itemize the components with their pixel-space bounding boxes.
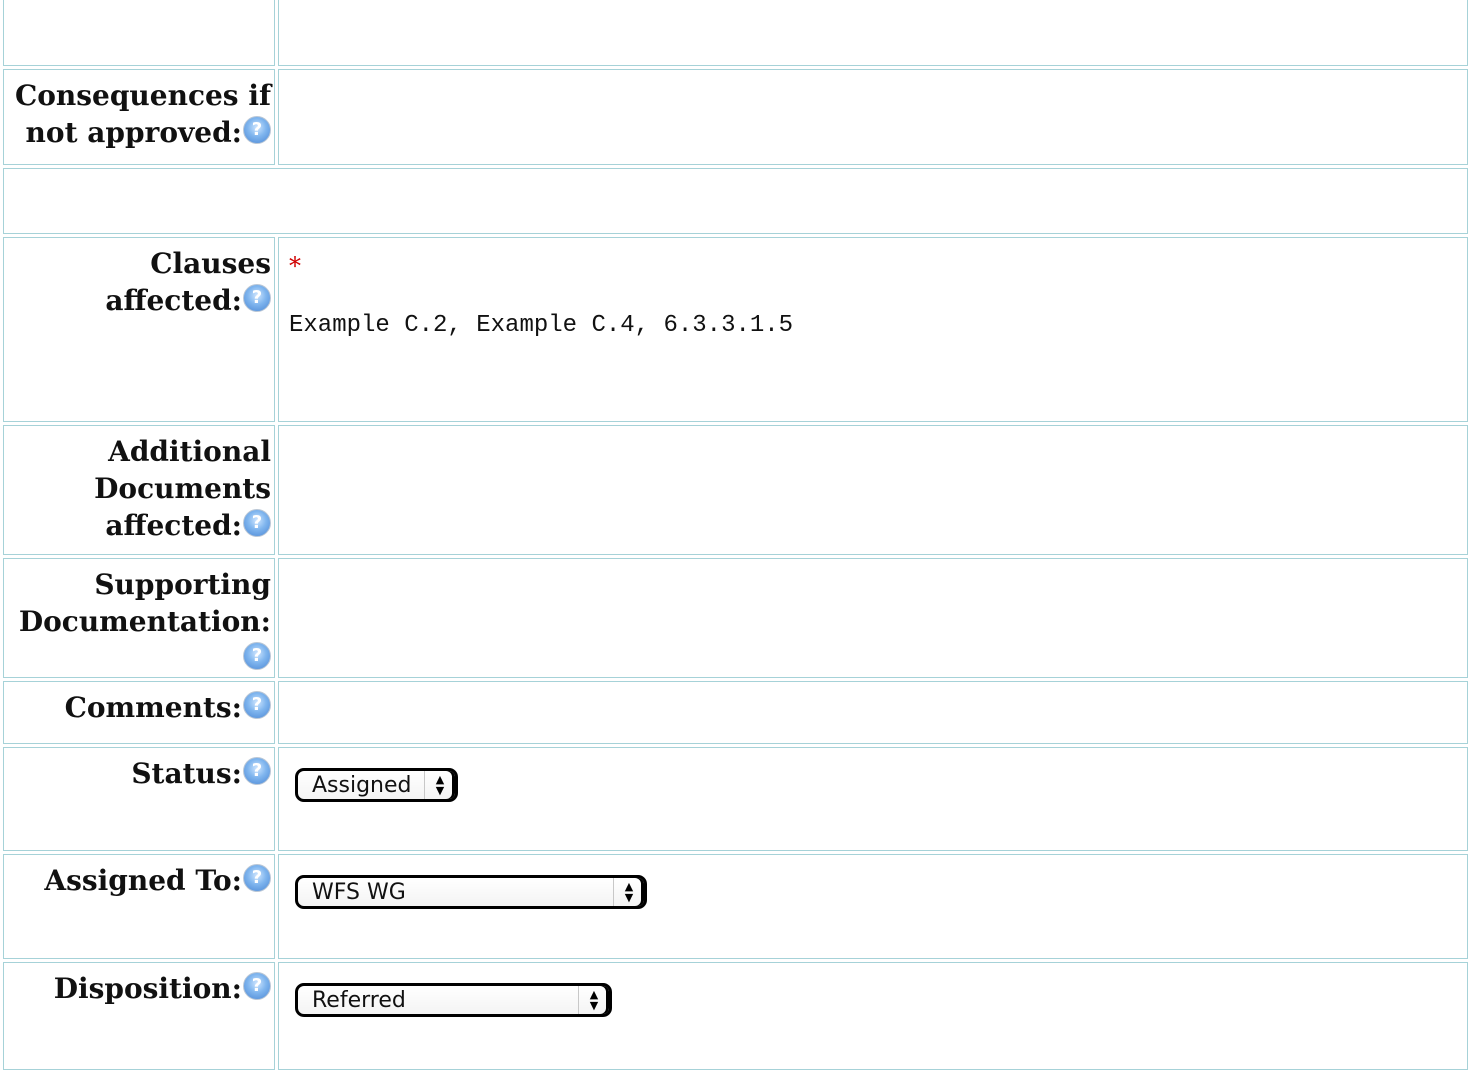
status-select[interactable]: Assigned ▲ ▼ [295,768,458,802]
spacer-cell [3,168,1468,234]
form-row-spacer [3,168,1468,234]
clauses-affected-value: Example C.2, Example C.4, 6.3.3.1.5 [289,312,794,339]
comments-value [278,681,1468,744]
clauses-label: Clauses affected:? [3,237,275,422]
help-icon[interactable]: ? [243,757,271,785]
comments-label-text: Comments: [64,691,242,724]
supporting-docs-label-line1: Supporting [94,568,271,601]
form-row-additional-docs: Additional Documents affected:? [3,425,1468,555]
status-label: Status:? [3,747,275,851]
value-cell-top [278,0,1468,66]
status-label-text: Status: [131,757,242,790]
label-cell-top [3,0,275,66]
help-icon[interactable]: ? [243,972,271,1000]
form-row-top [3,0,1468,66]
form-row-assigned-to: Assigned To:? WFS WG ▲ ▼ [3,854,1468,959]
help-icon[interactable]: ? [243,864,271,892]
assigned-to-select[interactable]: WFS WG ▲ ▼ [295,875,647,909]
form-row-comments: Comments:? [3,681,1468,744]
change-request-form: Consequences if not approved:? Clauses a… [0,0,1471,1073]
form-row-supporting-docs: Supporting Documentation:? [3,558,1468,678]
consequences-label-line2: not approved: [25,116,242,149]
consequences-label-line1: Consequences if [14,79,271,112]
disposition-value-cell: Referred ▲ ▼ [278,962,1468,1070]
assigned-to-label: Assigned To:? [3,854,275,959]
additional-docs-label: Additional Documents affected:? [3,425,275,555]
required-marker: * [289,252,301,280]
assigned-to-selected-value: WFS WG [312,879,406,905]
help-icon[interactable]: ? [243,509,271,537]
consequences-value [278,69,1468,165]
form-row-status: Status:? Assigned ▲ ▼ [3,747,1468,851]
help-icon[interactable]: ? [243,284,271,312]
supporting-docs-value [278,558,1468,678]
disposition-label-text: Disposition: [53,972,242,1005]
clauses-label-line1: Clauses [150,247,271,280]
status-value-cell: Assigned ▲ ▼ [278,747,1468,851]
consequences-label: Consequences if not approved:? [3,69,275,165]
additional-docs-label-line1: Additional [108,435,271,468]
disposition-label: Disposition:? [3,962,275,1070]
help-icon[interactable]: ? [243,691,271,719]
assigned-to-label-text: Assigned To: [44,864,242,897]
help-icon[interactable]: ? [243,642,271,670]
select-arrows-icon: ▲ ▼ [613,878,644,906]
help-icon[interactable]: ? [243,116,271,144]
comments-label: Comments:? [3,681,275,744]
form-row-clauses: Clauses affected:? * Example C.2, Exampl… [3,237,1468,422]
disposition-select[interactable]: Referred ▲ ▼ [295,983,612,1017]
select-arrows-icon: ▲ ▼ [424,771,455,799]
supporting-docs-label: Supporting Documentation:? [3,558,275,678]
supporting-docs-label-line2: Documentation: [18,605,271,638]
clauses-label-line2: affected: [105,284,242,317]
additional-docs-value [278,425,1468,555]
form-row-consequences: Consequences if not approved:? [3,69,1468,165]
form-row-disposition: Disposition:? Referred ▲ ▼ [3,962,1468,1070]
additional-docs-label-line2: Documents [94,472,271,505]
additional-docs-label-line3: affected: [105,509,242,542]
assigned-to-value-cell: WFS WG ▲ ▼ [278,854,1468,959]
clauses-value-cell: * Example C.2, Example C.4, 6.3.3.1.5 [278,237,1468,422]
disposition-selected-value: Referred [312,987,406,1013]
select-arrows-icon: ▲ ▼ [578,986,609,1014]
status-selected-value: Assigned [312,772,412,798]
